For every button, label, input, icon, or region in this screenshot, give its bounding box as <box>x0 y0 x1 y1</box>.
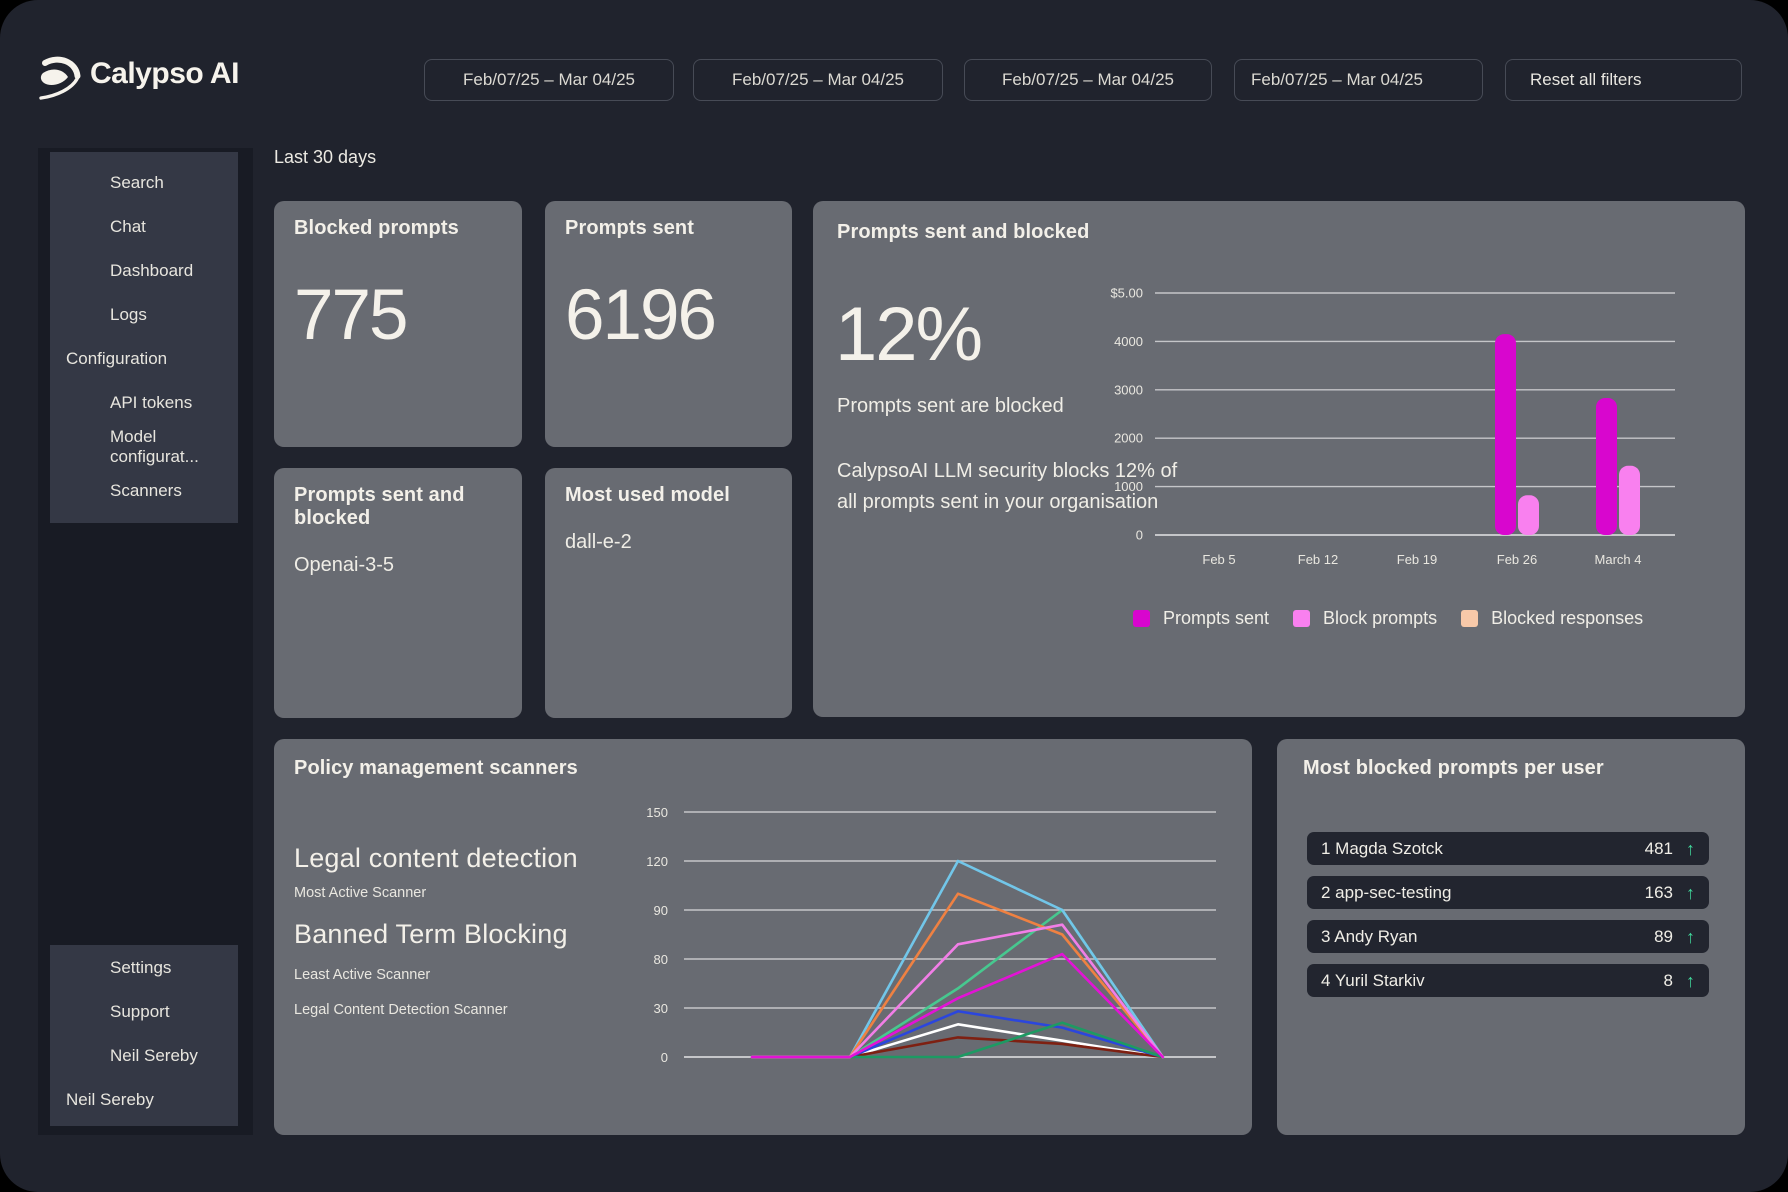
blocked-percent-subtitle: Prompts sent are blocked <box>837 395 1064 418</box>
user-row-1[interactable]: 1 Magda Szotck 481 ↑ <box>1307 832 1709 865</box>
user-row-label: 2 app-sec-testing <box>1321 883 1629 903</box>
user-row-label: 3 Andy Ryan <box>1321 927 1629 947</box>
date-range-filter-2[interactable]: Feb/07/25 – Mar 04/25 <box>693 59 943 101</box>
prompts-sent-title: Prompts sent <box>565 217 772 240</box>
user-row-label: 4 Yuril Starkiv <box>1321 971 1629 991</box>
arrow-up-icon: ↑ <box>1686 884 1695 902</box>
blocked-responses-swatch-icon <box>1461 610 1478 627</box>
sidebar-item-settings[interactable]: Settings <box>50 946 238 990</box>
sent-blocked-model-card: Prompts sent and blocked Openai-3-5 <box>274 468 522 718</box>
user-row-label: 1 Magda Szotck <box>1321 839 1629 859</box>
svg-text:3000: 3000 <box>1114 382 1143 397</box>
sidebar-item-search[interactable]: Search <box>50 161 238 205</box>
svg-text:90: 90 <box>654 903 668 918</box>
svg-text:2000: 2000 <box>1114 431 1143 446</box>
sent-blocked-model-title: Prompts sent and blocked <box>294 484 502 530</box>
prompts-bar-chart: $5.00 4000 3000 2000 1000 0 Feb 5 Feb 12 Feb 19 F… <box>1100 245 1720 585</box>
legend-item-block-prompts[interactable]: Block prompts <box>1293 608 1437 629</box>
scanner-footnote: Legal Content Detection Scanner <box>294 1002 508 1018</box>
legend-item-blocked-responses[interactable]: Blocked responses <box>1461 608 1643 629</box>
sidebar-bottom-panel: Settings Support Neil Sereby Neil Sereby <box>50 945 238 1126</box>
sidebar-item-chat[interactable]: Chat <box>50 205 238 249</box>
most-used-model-card: Most used model dall-e-2 <box>545 468 792 718</box>
sidebar-item-scanners[interactable]: Scanners <box>50 469 238 513</box>
arrow-up-icon: ↑ <box>1686 972 1695 990</box>
most-active-scanner-name: Legal content detection <box>294 843 578 874</box>
svg-text:120: 120 <box>646 854 668 869</box>
sidebar-nav-panel: Search Chat Dashboard Logs Configuration… <box>50 152 238 523</box>
svg-text:Feb 19: Feb 19 <box>1397 552 1437 567</box>
scanners-line-chart: 150 120 90 80 30 0 <box>600 790 1240 1120</box>
user-row-4[interactable]: 4 Yuril Starkiv 8 ↑ <box>1307 964 1709 997</box>
svg-text:0: 0 <box>1136 528 1143 543</box>
user-row-value: 163 <box>1629 883 1673 903</box>
blocked-users-card: Most blocked prompts per user 1 Magda Sz… <box>1277 739 1745 1135</box>
svg-text:Feb 26: Feb 26 <box>1497 552 1537 567</box>
brand-title: Calypso AI <box>90 57 239 91</box>
user-row-2[interactable]: 2 app-sec-testing 163 ↑ <box>1307 876 1709 909</box>
prompts-sent-value: 6196 <box>565 280 772 351</box>
blocked-percent-value: 12% <box>835 297 981 373</box>
legend-label: Prompts sent <box>1163 608 1269 629</box>
sidebar: Search Chat Dashboard Logs Configuration… <box>38 148 253 1135</box>
svg-text:1000: 1000 <box>1114 479 1143 494</box>
least-active-scanner-label: Least Active Scanner <box>294 967 430 983</box>
prompts-sent-blocked-title: Prompts sent and blocked <box>837 221 1089 244</box>
svg-text:$5.00: $5.00 <box>1110 286 1143 301</box>
sidebar-item-profile[interactable]: Neil Sereby <box>50 1034 238 1078</box>
sidebar-item-dashboard[interactable]: Dashboard <box>50 249 238 293</box>
sidebar-item-logs[interactable]: Logs <box>50 293 238 337</box>
prompts-sent-swatch-icon <box>1133 610 1150 627</box>
arrow-up-icon: ↑ <box>1686 840 1695 858</box>
prompts-sent-card: Prompts sent 6196 <box>545 201 792 447</box>
legend-item-prompts-sent[interactable]: Prompts sent <box>1133 608 1269 629</box>
user-row-value: 89 <box>1629 927 1673 947</box>
sidebar-item-support[interactable]: Support <box>50 990 238 1034</box>
date-range-filter-1[interactable]: Feb/07/25 – Mar 04/25 <box>424 59 674 101</box>
policy-scanners-card: Policy management scanners Legal content… <box>274 739 1252 1135</box>
blocked-users-title: Most blocked prompts per user <box>1303 757 1604 780</box>
most-active-scanner-label: Most Active Scanner <box>294 885 426 901</box>
sidebar-item-api-tokens[interactable]: API tokens <box>50 381 238 425</box>
reset-all-filters-button[interactable]: Reset all filters <box>1505 59 1742 101</box>
most-used-model-value: dall-e-2 <box>565 531 772 554</box>
svg-text:March 4: March 4 <box>1595 552 1642 567</box>
app-window: Calypso AI Feb/07/25 – Mar 04/25 Feb/07/… <box>0 0 1788 1192</box>
date-range-filter-3[interactable]: Feb/07/25 – Mar 04/25 <box>964 59 1212 101</box>
svg-text:Feb 12: Feb 12 <box>1298 552 1338 567</box>
blocked-prompts-card: Blocked prompts 775 <box>274 201 522 447</box>
svg-text:150: 150 <box>646 805 668 820</box>
legend-label: Blocked responses <box>1491 608 1643 629</box>
sent-blocked-model-value: Openai-3-5 <box>294 554 502 577</box>
prompts-sent-blocked-card: Prompts sent and blocked 12% Prompts sen… <box>813 201 1745 717</box>
policy-scanners-title: Policy management scanners <box>294 757 578 780</box>
svg-text:4000: 4000 <box>1114 334 1143 349</box>
user-row-3[interactable]: 3 Andy Ryan 89 ↑ <box>1307 920 1709 953</box>
svg-text:80: 80 <box>654 952 668 967</box>
svg-text:Feb 5: Feb 5 <box>1202 552 1235 567</box>
sidebar-section-configuration[interactable]: Configuration <box>50 337 238 381</box>
user-row-value: 481 <box>1629 839 1673 859</box>
bar-chart-legend: Prompts sent Block prompts Blocked respo… <box>1133 608 1643 629</box>
user-row-value: 8 <box>1629 971 1673 991</box>
most-used-model-title: Most used model <box>565 484 772 507</box>
least-active-scanner-name: Banned Term Blocking <box>294 919 568 950</box>
arrow-up-icon: ↑ <box>1686 928 1695 946</box>
calypso-logo-icon <box>38 54 84 100</box>
period-label: Last 30 days <box>274 147 376 168</box>
svg-text:0: 0 <box>661 1050 668 1065</box>
block-prompts-swatch-icon <box>1293 610 1310 627</box>
sidebar-user-name[interactable]: Neil Sereby <box>50 1078 238 1122</box>
blocked-prompts-value: 775 <box>294 280 502 351</box>
sidebar-item-model-config[interactable]: Model configurat... <box>50 425 238 469</box>
legend-label: Block prompts <box>1323 608 1437 629</box>
svg-text:30: 30 <box>654 1001 668 1016</box>
blocked-prompts-title: Blocked prompts <box>294 217 502 240</box>
date-range-filter-4[interactable]: Feb/07/25 – Mar 04/25 <box>1234 59 1483 101</box>
